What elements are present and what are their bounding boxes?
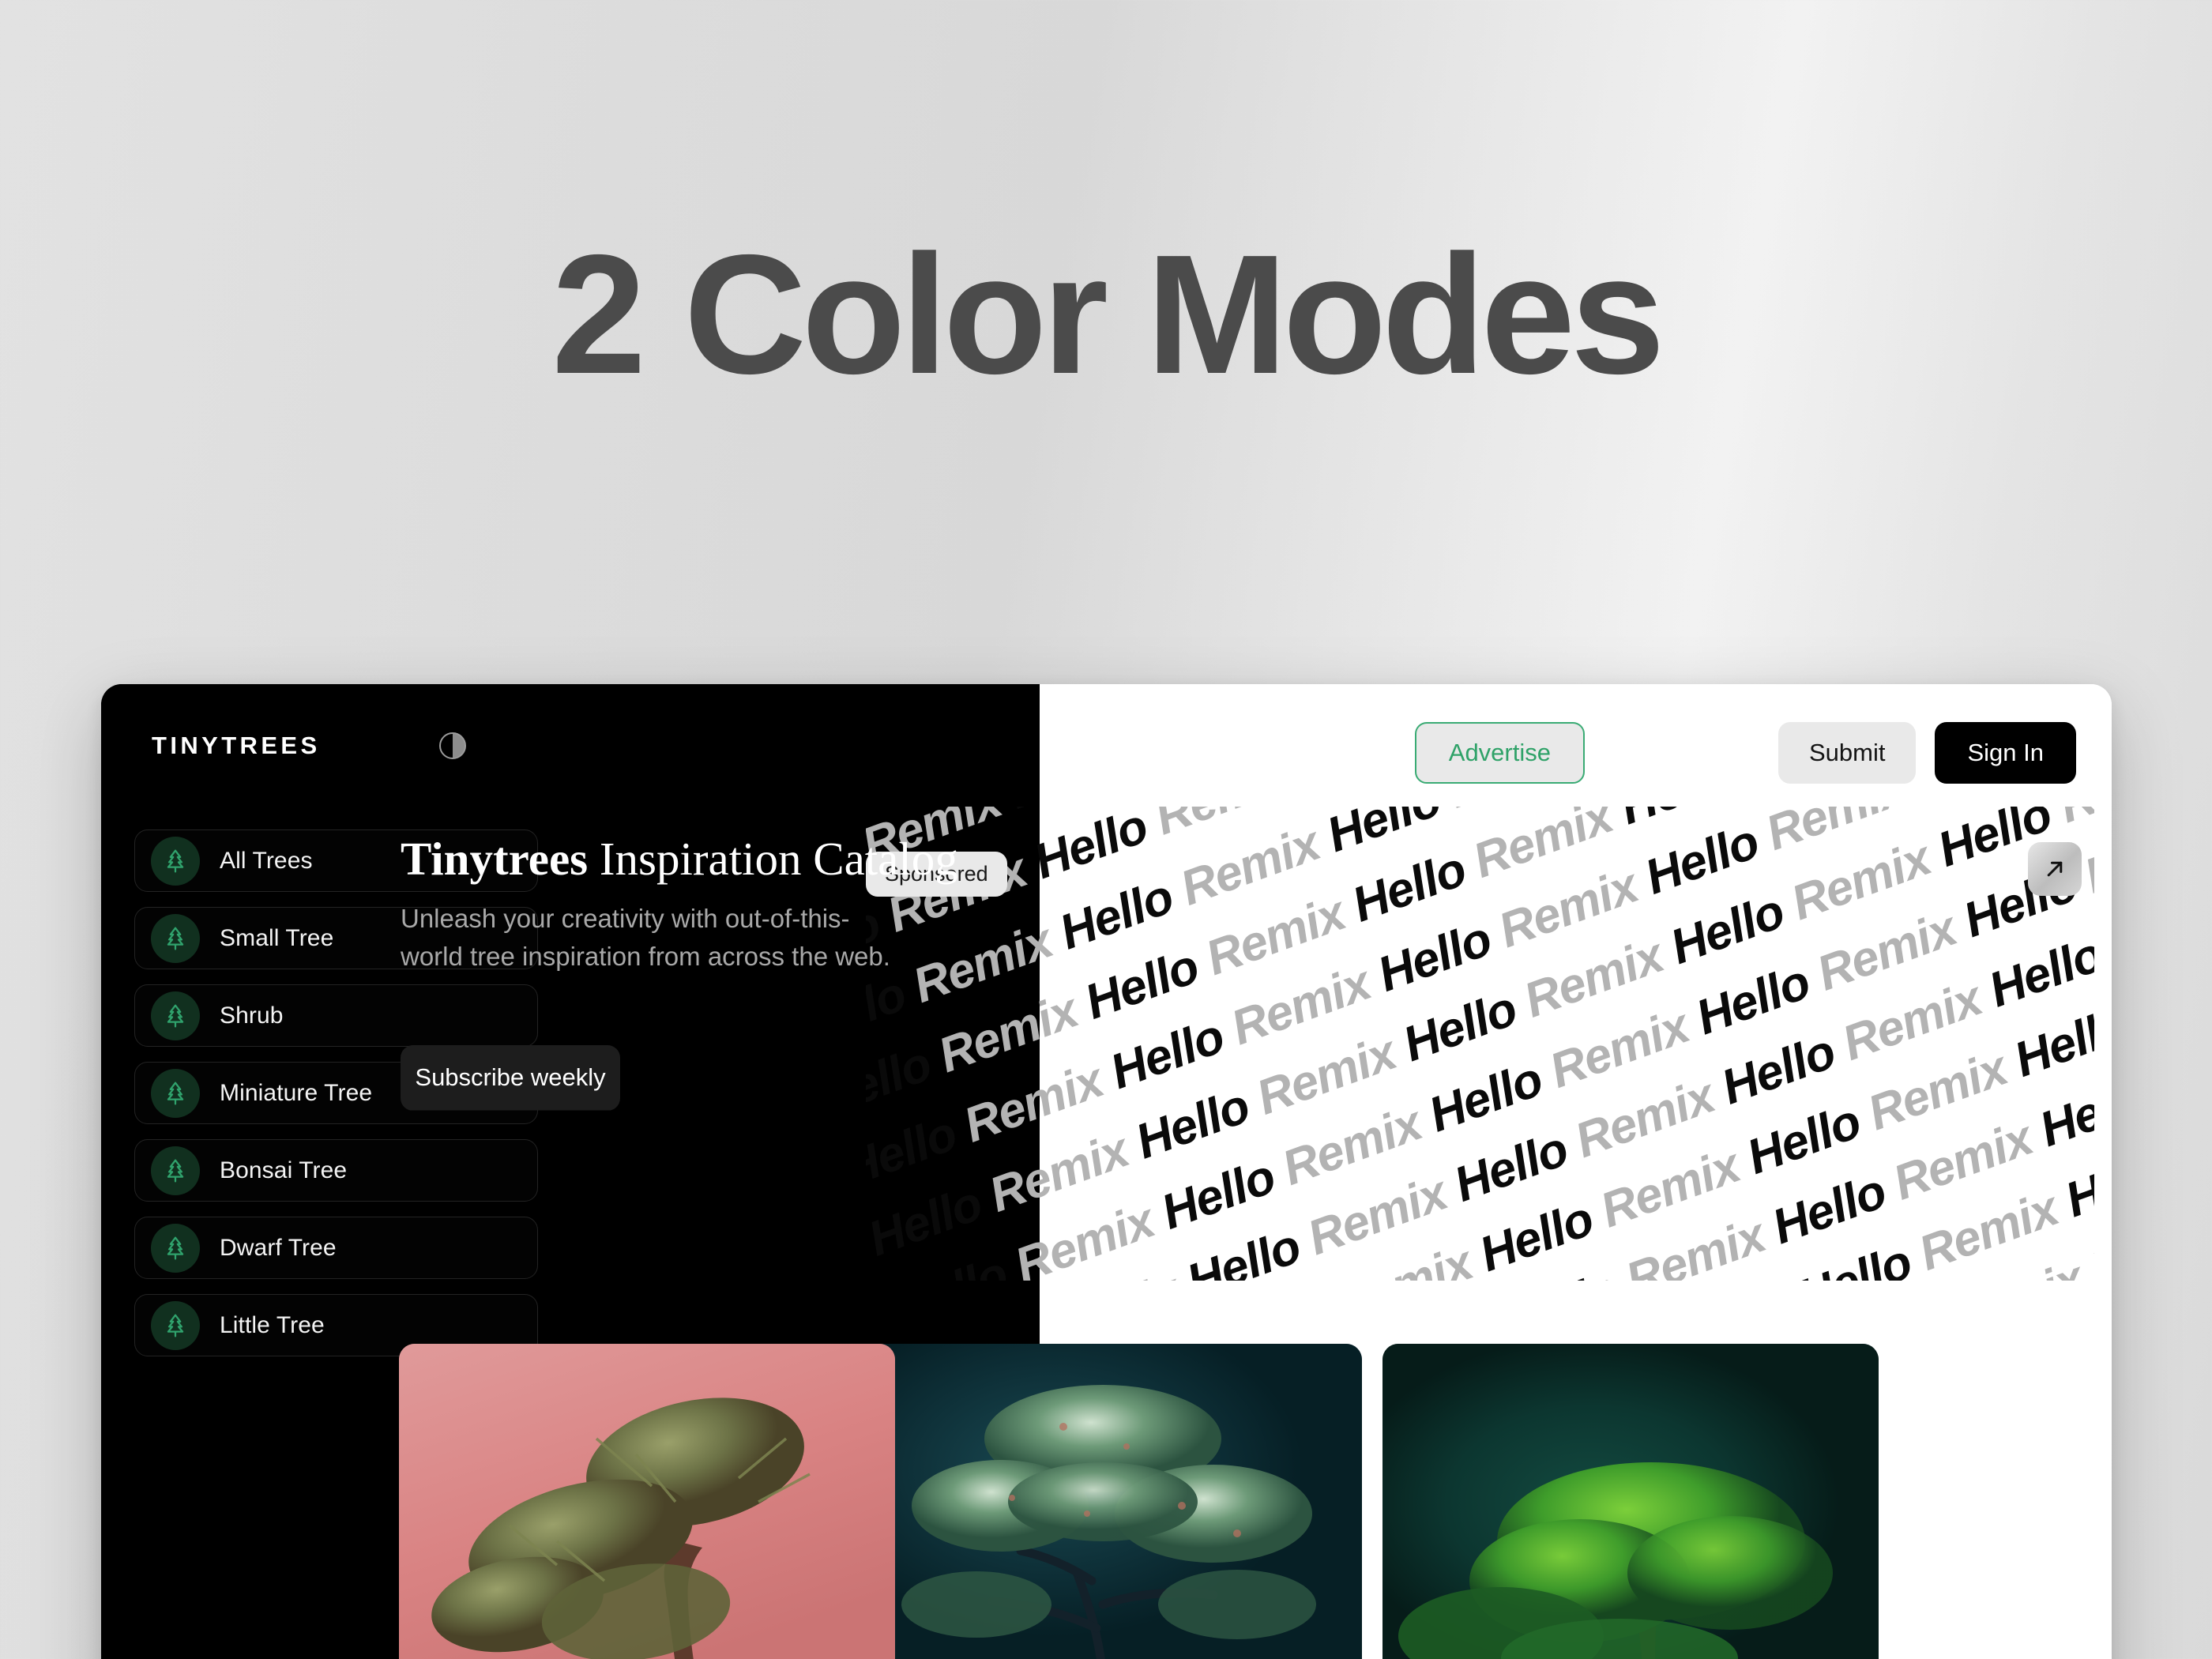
app-window-mockup: Hello Remix Hello Remix Hello Remix Hell… xyxy=(101,684,2112,1659)
sidebar-item-label: Bonsai Tree xyxy=(220,1157,348,1183)
olive-tree-pink-photo xyxy=(399,1344,895,1659)
sidebar-item-label: All Trees xyxy=(220,847,313,874)
sidebar-item-label: Shrub xyxy=(220,1002,284,1029)
sidebar-item-shrub[interactable]: Shrub xyxy=(134,984,538,1047)
pine-tree-icon xyxy=(151,1146,200,1195)
page-title: 2 Color Modes xyxy=(551,219,1665,409)
sidebar-item-dwarf-tree[interactable]: Dwarf Tree xyxy=(134,1217,538,1279)
pine-tree-icon xyxy=(151,1223,200,1273)
pine-tree-icon xyxy=(151,836,200,886)
pine-tree-icon xyxy=(151,1300,200,1350)
sidebar-item-label: Dwarf Tree xyxy=(220,1234,337,1261)
sidebar-item-label: Little Tree xyxy=(220,1311,325,1338)
sidebar-item-label: Small Tree xyxy=(220,924,334,951)
sidebar-header: TINYTREES xyxy=(134,722,538,760)
sidebar-item-label: Miniature Tree xyxy=(220,1079,373,1106)
half-circle-contrast-icon[interactable] xyxy=(438,732,466,759)
sidebar-item-all-trees[interactable]: All Trees xyxy=(134,830,538,892)
olive-tree-pink-card[interactable] xyxy=(399,1344,895,1659)
brand-logo: TINYTREES xyxy=(152,732,321,759)
olive-tree-illustration xyxy=(399,1344,895,1659)
sidebar-item-small-tree[interactable]: Small Tree xyxy=(134,907,538,969)
pine-tree-icon xyxy=(151,913,200,963)
pine-tree-icon xyxy=(151,1068,200,1118)
pine-tree-icon xyxy=(151,991,200,1040)
sidebar-item-bonsai-tree[interactable]: Bonsai Tree xyxy=(134,1139,538,1202)
